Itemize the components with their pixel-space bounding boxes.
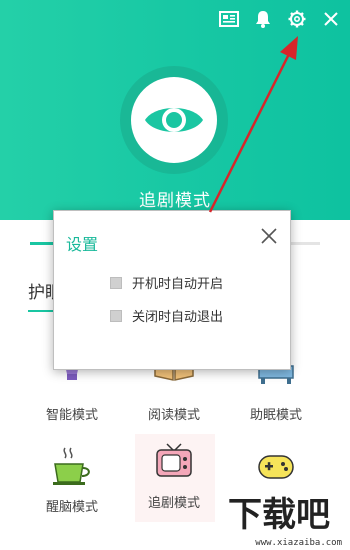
- svg-text:下载吧: 下载吧: [228, 495, 330, 535]
- watermark-url: www.xiazaiba.com: [255, 538, 342, 548]
- annotation-arrow: [208, 36, 298, 213]
